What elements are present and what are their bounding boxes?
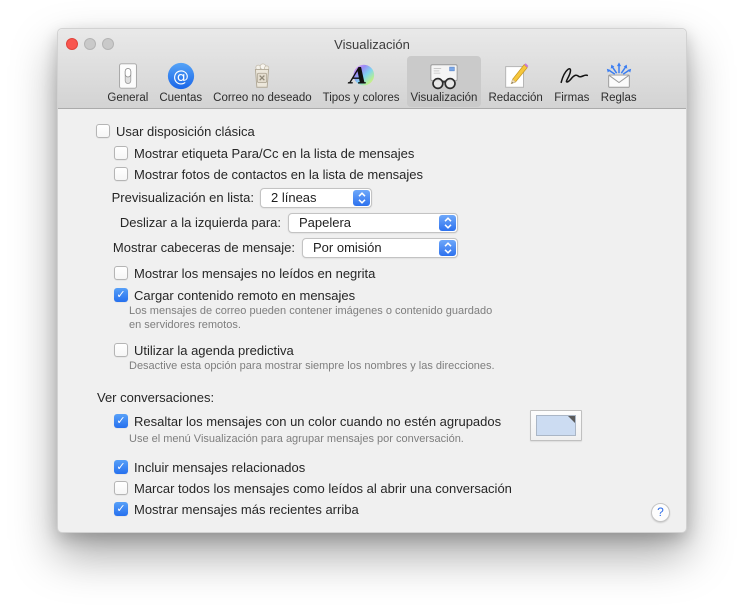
checkbox-label: Marcar todos los mensajes como leídos al… — [134, 480, 512, 496]
list-preview-label: Previsualización en lista: — [111, 190, 254, 205]
at-icon: @ — [166, 58, 196, 91]
checkbox-row-unread-bold[interactable]: Mostrar los mensajes no leídos en negrit… — [114, 265, 375, 281]
checkbox[interactable] — [114, 288, 128, 302]
checkbox-label: Mostrar los mensajes no leídos en negrit… — [134, 265, 376, 281]
toolbar-item-label: Reglas — [600, 92, 637, 104]
list-preview-popup[interactable]: 2 líneas — [260, 188, 372, 208]
fonts-colors-icon: A — [346, 58, 376, 91]
headers-label: Mostrar cabeceras de mensaje: — [112, 240, 295, 255]
checkbox[interactable] — [114, 502, 128, 516]
checkbox[interactable] — [114, 343, 128, 357]
swipe-left-label: Deslizar a la izquierda para: — [119, 215, 281, 230]
checkbox-label: Usar disposición clásica — [116, 123, 255, 139]
svg-text:A: A — [348, 64, 367, 90]
chevron-updown-icon — [439, 215, 456, 231]
conversations-heading: Ver conversaciones: — [97, 390, 215, 405]
window-title: Visualización — [334, 37, 410, 52]
toolbar-item-correo-no-deseado[interactable]: Correo no deseado — [209, 56, 315, 107]
checkbox-row-contact-photos[interactable]: Mostrar fotos de contactos en la lista d… — [114, 166, 423, 182]
checkbox[interactable] — [114, 266, 128, 280]
mail-preferences-window: Visualización General @ Cuentas Correo n… — [57, 28, 687, 533]
checkbox[interactable] — [96, 124, 110, 138]
signature-icon — [554, 58, 590, 91]
pencil-icon — [501, 58, 531, 91]
checkbox[interactable] — [114, 414, 128, 428]
toolbar-item-label: General — [107, 92, 149, 104]
visualizacion-pane: Usar disposición clásica Mostrar etiquet… — [58, 109, 686, 532]
toolbar-item-reglas[interactable]: Reglas — [597, 56, 641, 107]
popup-value: Papelera — [299, 215, 352, 230]
checkbox-label: Mostrar etiqueta Para/Cc en la lista de … — [134, 145, 415, 161]
checkbox-label: Incluir mensajes relacionados — [134, 459, 306, 475]
checkbox-row-remote-content[interactable]: Cargar contenido remoto en mensajes — [114, 287, 355, 303]
checkbox-label: Cargar contenido remoto en mensajes — [134, 287, 356, 303]
color-swatch — [536, 415, 576, 436]
toolbar-item-visualizacion[interactable]: Visualización — [406, 56, 482, 107]
toolbar-item-label: Firmas — [554, 92, 590, 104]
remote-content-note: Los mensajes de correo pueden contener i… — [129, 305, 493, 331]
toolbar-item-label: Tipos y colores — [322, 92, 400, 104]
toolbar-item-firmas[interactable]: Firmas — [550, 56, 594, 107]
highlight-note: Use el menú Visualización para agrupar m… — [129, 433, 464, 445]
chevron-updown-icon — [353, 190, 370, 206]
preferences-toolbar: General @ Cuentas Correo no deseado A Ti… — [58, 56, 686, 107]
popup-value: 2 líneas — [271, 190, 317, 205]
checkbox-label: Resaltar los mensajes con un color cuand… — [134, 413, 502, 429]
help-button[interactable]: ? — [651, 503, 670, 522]
checkbox-label: Utilizar la agenda predictiva — [134, 342, 294, 358]
swipe-left-popup[interactable]: Papelera — [288, 213, 458, 233]
chevron-updown-icon — [439, 240, 456, 256]
checkbox[interactable] — [114, 481, 128, 495]
switch-icon — [113, 58, 143, 91]
toolbar-item-general[interactable]: General — [103, 56, 152, 107]
checkbox-label: Mostrar mensajes más recientes arriba — [134, 501, 359, 517]
headers-popup[interactable]: Por omisión — [302, 238, 458, 258]
checkbox[interactable] — [114, 146, 128, 160]
toolbar-item-cuentas[interactable]: @ Cuentas — [155, 56, 206, 107]
predictive-note: Desactive esta opción para mostrar siemp… — [129, 360, 495, 372]
checkbox-row-classic-layout[interactable]: Usar disposición clásica — [96, 123, 255, 139]
trash-icon — [247, 58, 277, 91]
toolbar-item-label: Correo no deseado — [213, 92, 312, 104]
checkbox-row-include-related[interactable]: Incluir mensajes relacionados — [114, 459, 305, 475]
toolbar-item-label: Redacción — [488, 92, 543, 104]
highlight-color-well[interactable] — [530, 410, 582, 441]
toolbar-item-label: Visualización — [410, 92, 478, 104]
toolbar-item-label: Cuentas — [159, 92, 203, 104]
toolbar-item-tipos-y-colores[interactable]: A Tipos y colores — [319, 56, 404, 107]
popup-value: Por omisión — [313, 240, 382, 255]
checkbox-row-mark-read[interactable]: Marcar todos los mensajes como leídos al… — [114, 480, 512, 496]
envelope-arrows-icon — [603, 58, 635, 91]
checkbox-label: Mostrar fotos de contactos en la lista d… — [134, 166, 424, 182]
checkbox-row-predictive[interactable]: Utilizar la agenda predictiva — [114, 342, 294, 358]
glasses-envelope-icon — [427, 58, 461, 91]
toolbar-item-redaccion[interactable]: Redacción — [484, 56, 546, 107]
svg-text:@: @ — [173, 67, 189, 86]
checkbox-row-to-cc-label[interactable]: Mostrar etiqueta Para/Cc en la lista de … — [114, 145, 414, 161]
checkbox-row-highlight[interactable]: Resaltar los mensajes con un color cuand… — [114, 413, 501, 429]
checkbox-row-recent-top[interactable]: Mostrar mensajes más recientes arriba — [114, 501, 359, 517]
checkbox[interactable] — [114, 460, 128, 474]
titlebar: Visualización General @ Cuentas Correo n… — [58, 29, 686, 109]
checkbox[interactable] — [114, 167, 128, 181]
